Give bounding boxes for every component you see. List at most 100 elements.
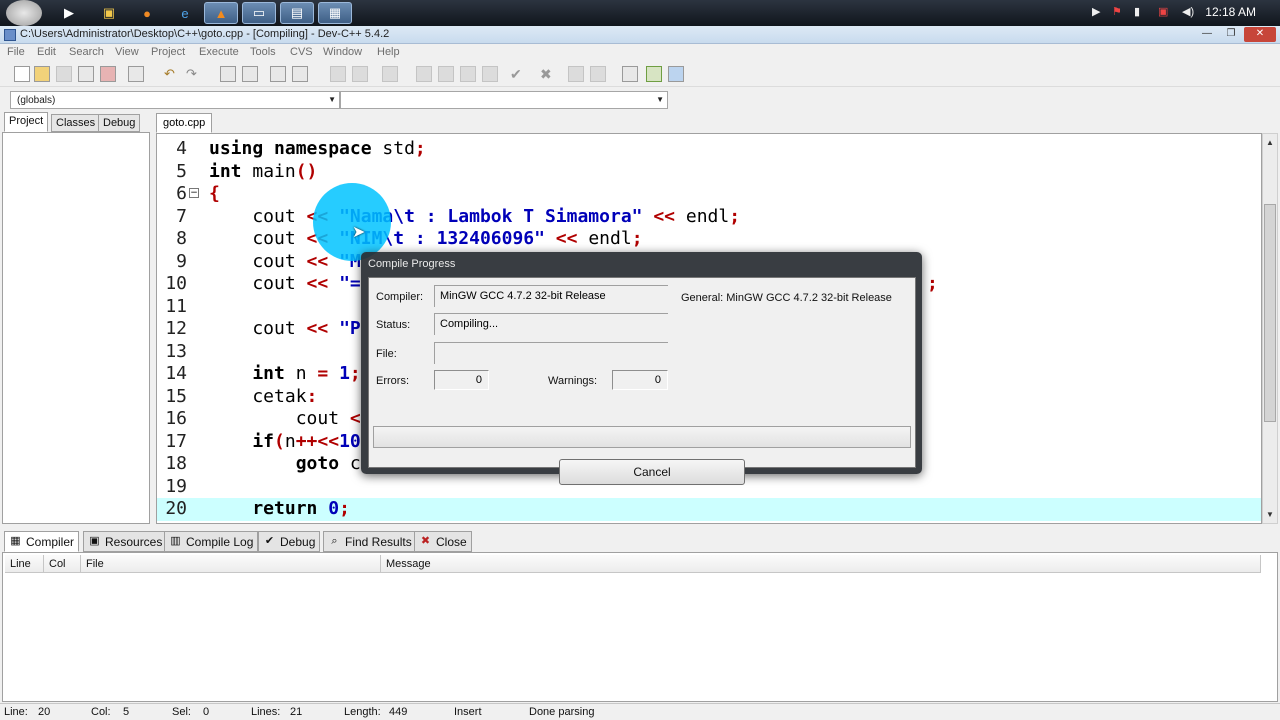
file-field <box>434 342 668 364</box>
tab-compiler[interactable]: ▦ Compiler <box>4 531 80 552</box>
line-number: 10 <box>165 273 187 294</box>
start-orb-icon[interactable] <box>6 0 42 26</box>
devcpp-taskbar-icon[interactable]: ▦ <box>318 2 352 24</box>
menu-cvs[interactable]: CVS <box>290 46 313 58</box>
indent-icon[interactable] <box>270 66 286 82</box>
menu-search[interactable]: Search <box>69 46 104 58</box>
code-text: return 0; <box>209 498 350 520</box>
run-icon[interactable] <box>438 66 454 82</box>
menu-file[interactable]: File <box>7 46 25 58</box>
undo-icon[interactable]: ↶ <box>164 66 180 82</box>
bookmark-prev-icon[interactable] <box>330 66 346 82</box>
status-value: Compiling... <box>440 318 499 330</box>
project-tree[interactable] <box>2 132 150 524</box>
save-all-icon[interactable] <box>78 66 94 82</box>
column-header-file[interactable]: File <box>81 555 381 573</box>
profile-delete-icon[interactable] <box>590 66 606 82</box>
goto-line-icon[interactable] <box>622 66 638 82</box>
flag-icon[interactable]: ⚑ <box>1112 5 1122 18</box>
debug-stop-icon[interactable] <box>382 66 398 82</box>
compile-progress-dialog: Compile Progress Compiler: MinGW GCC 4.7… <box>361 252 922 485</box>
unindent-icon[interactable] <box>292 66 308 82</box>
scrollbar-thumb[interactable] <box>1264 204 1276 422</box>
code-line[interactable]: 4 using namespace std; <box>157 138 1261 161</box>
tab-project[interactable]: Project <box>4 112 49 132</box>
folder-icon[interactable]: ▣ <box>92 2 126 24</box>
import-icon[interactable] <box>646 66 662 82</box>
column-header-message[interactable]: Message <box>381 555 1261 573</box>
print-icon[interactable] <box>128 66 144 82</box>
menu-project[interactable]: Project <box>151 46 185 58</box>
compiler-messages-table[interactable]: Line Col File Message <box>2 552 1278 702</box>
chevron-down-icon: ▼ <box>328 95 336 104</box>
network-icon[interactable]: ▣ <box>1158 5 1168 18</box>
menu-view[interactable]: View <box>115 46 139 58</box>
menu-execute[interactable]: Execute <box>199 46 239 58</box>
app-icon <box>4 29 16 41</box>
tab-close[interactable]: ✖ Close <box>414 531 472 552</box>
code-line[interactable]: 20 return 0; <box>157 498 1261 521</box>
scope-dropdown[interactable]: (globals) ▼ <box>10 91 340 109</box>
power-icon[interactable]: ▮ <box>1134 5 1140 18</box>
scroll-down-icon[interactable]: ▼ <box>1266 510 1274 519</box>
menu-window[interactable]: Window <box>323 46 362 58</box>
code-token: ; <box>339 498 350 519</box>
status-length-label: Length: <box>344 706 381 718</box>
code-token: << <box>306 273 340 294</box>
close-file-icon[interactable] <box>100 66 116 82</box>
code-text: cout << "P <box>209 318 360 340</box>
window-b-icon[interactable]: ▤ <box>280 2 314 24</box>
editor-scrollbar[interactable]: ▲ ▼ <box>1262 133 1278 524</box>
code-token: goto <box>209 453 350 474</box>
find-icon[interactable] <box>220 66 236 82</box>
volume-icon[interactable]: ◀) <box>1182 5 1194 18</box>
tray-arrow-icon[interactable]: ▶ <box>1092 5 1100 18</box>
maximize-button[interactable]: ❐ <box>1220 27 1242 42</box>
code-text: cout << "NIM\t : 132406096" << endl; <box>209 228 642 250</box>
tab-classes[interactable]: Classes <box>51 114 101 132</box>
tab-find-results[interactable]: ⌕ Find Results <box>323 531 417 552</box>
toggle-panel-icon[interactable] <box>668 66 684 82</box>
column-header-line[interactable]: Line <box>5 555 44 573</box>
code-text: int n = 1; <box>209 363 360 385</box>
media-player-icon[interactable]: ▶ <box>52 2 86 24</box>
code-text: using namespace std; <box>209 138 426 160</box>
menu-help[interactable]: Help <box>377 46 400 58</box>
new-file-icon[interactable] <box>14 66 30 82</box>
tab-debug[interactable]: Debug <box>98 114 141 132</box>
open-file-icon[interactable] <box>34 66 50 82</box>
members-dropdown[interactable]: ▼ <box>340 91 668 109</box>
rebuild-icon[interactable] <box>482 66 498 82</box>
save-icon[interactable] <box>56 66 72 82</box>
column-header-col[interactable]: Col <box>44 555 81 573</box>
tab-goto-cpp[interactable]: goto.cpp <box>156 113 213 133</box>
compile-icon[interactable] <box>416 66 432 82</box>
tab-resources[interactable]: ▣ Resources <box>83 531 168 552</box>
compile-run-icon[interactable] <box>460 66 476 82</box>
close-icon: ✖ <box>420 535 431 547</box>
tab-compile-log[interactable]: ▥ Compile Log <box>164 531 259 552</box>
profile-icon[interactable] <box>568 66 584 82</box>
firefox-icon[interactable]: ● <box>130 2 164 24</box>
scroll-up-icon[interactable]: ▲ <box>1266 138 1274 147</box>
redo-icon[interactable]: ↷ <box>186 66 202 82</box>
close-window-button[interactable]: ✕ <box>1244 27 1276 42</box>
status-lines-label: Lines: <box>251 706 281 718</box>
fold-toggle-icon[interactable]: − <box>189 188 199 198</box>
code-line[interactable]: 5 int main() <box>157 161 1261 184</box>
tab-debug-output[interactable]: ✔ Debug <box>258 531 321 552</box>
window-a-icon[interactable]: ▭ <box>242 2 276 24</box>
menu-tools[interactable]: Tools <box>250 46 276 58</box>
dialog-title: Compile Progress <box>368 258 456 270</box>
menu-edit[interactable]: Edit <box>37 46 56 58</box>
minimize-button[interactable]: — <box>1196 27 1218 42</box>
cancel-button[interactable]: Cancel <box>559 459 745 485</box>
clock[interactable]: 12:18 AM <box>1205 5 1256 19</box>
browser-icon[interactable]: e <box>168 2 202 24</box>
bookmark-next-icon[interactable] <box>352 66 368 82</box>
check-syntax-icon[interactable]: ✔ <box>510 66 526 82</box>
code-token: 10 <box>339 430 361 452</box>
replace-icon[interactable] <box>242 66 258 82</box>
stop-execution-icon[interactable]: ✖ <box>540 66 556 82</box>
vlc-icon[interactable]: ▲ <box>204 2 238 24</box>
